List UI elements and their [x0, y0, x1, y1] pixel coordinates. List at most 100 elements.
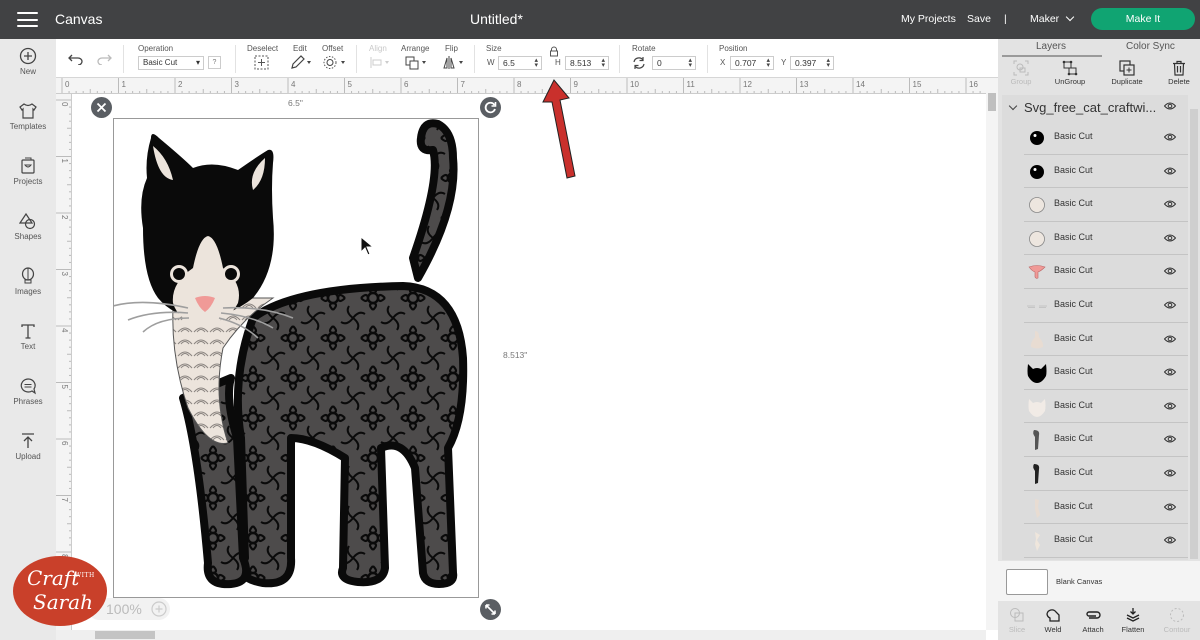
eye-icon[interactable]: [1164, 200, 1176, 208]
eye-icon[interactable]: [1164, 536, 1176, 544]
nav-projects[interactable]: Projects: [0, 149, 56, 203]
eye-icon[interactable]: [1164, 469, 1176, 477]
zoom-in-icon[interactable]: [151, 601, 167, 617]
flatten-button[interactable]: Flatten: [1118, 607, 1148, 634]
x-position-input[interactable]: 0.707 ▴ ▾: [730, 56, 774, 70]
y-position-input[interactable]: 0.397 ▴ ▾: [790, 56, 834, 70]
redo-icon[interactable]: [96, 53, 112, 65]
rotate-label: Rotate: [632, 44, 656, 53]
weld-label: Weld: [1044, 625, 1062, 634]
delete-button[interactable]: Delete: [1164, 60, 1194, 86]
chevron-down-icon[interactable]: [1008, 101, 1018, 111]
my-projects-link[interactable]: My Projects: [901, 13, 956, 25]
eye-icon[interactable]: [1164, 335, 1176, 343]
layer-row[interactable]: Basic Cut: [1024, 356, 1188, 390]
craft-with-sarah-logo: Craft WITH Sarah: [13, 556, 107, 626]
layer-row[interactable]: Basic Cut: [1024, 289, 1188, 323]
ungroup-button[interactable]: UnGroup: [1052, 60, 1088, 86]
duplicate-button[interactable]: Duplicate: [1107, 60, 1147, 86]
vertical-scrollbar[interactable]: [986, 78, 998, 630]
ruler-label: 0: [65, 80, 70, 89]
layer-row[interactable]: Basic Cut: [1024, 222, 1188, 256]
attach-button[interactable]: Attach: [1078, 607, 1108, 634]
height-input[interactable]: 8.513 ▴ ▾: [565, 56, 609, 70]
nav-images[interactable]: Images: [0, 259, 56, 313]
lock-icon[interactable]: [549, 46, 559, 57]
eye-icon[interactable]: [1164, 234, 1176, 242]
nav-upload[interactable]: Upload: [0, 424, 56, 478]
layer-thumbnail-icon: [1027, 303, 1047, 308]
eye-icon[interactable]: [1164, 167, 1176, 175]
rotate-stepper-icon[interactable]: ▴ ▾: [688, 57, 692, 69]
eye-icon[interactable]: [1164, 267, 1176, 275]
logo-line2: Sarah: [33, 590, 93, 614]
eye-icon[interactable]: [1164, 368, 1176, 376]
nav-phrases[interactable]: Phrases: [0, 369, 56, 423]
undo-icon[interactable]: [68, 53, 84, 65]
horizontal-scroll-thumb[interactable]: [95, 631, 155, 639]
eye-icon[interactable]: [1164, 102, 1176, 110]
resize-handle[interactable]: [480, 599, 501, 620]
document-title[interactable]: Untitled*: [470, 11, 523, 27]
layer-row[interactable]: Basic Cut: [1024, 491, 1188, 525]
width-stepper-icon[interactable]: ▴ ▾: [534, 57, 538, 69]
y-stepper-icon[interactable]: ▴ ▾: [826, 57, 830, 69]
height-dimension-label: 8.513": [503, 350, 528, 360]
flip-icon[interactable]: [443, 55, 467, 70]
layer-row[interactable]: Basic Cut: [1024, 255, 1188, 289]
edit-pencil-icon[interactable]: [290, 55, 314, 70]
layer-row[interactable]: Basic Cut: [1024, 457, 1188, 491]
layer-row[interactable]: Basic Cut: [1024, 188, 1188, 222]
layers-scrollbar[interactable]: [1188, 95, 1200, 560]
group-button[interactable]: Group: [1008, 60, 1034, 86]
layer-row[interactable]: Basic Cut: [1024, 524, 1188, 558]
layer-row[interactable]: Basic Cut: [1024, 155, 1188, 189]
canvas-color-swatch[interactable]: [1006, 569, 1048, 595]
flip-label: Flip: [445, 44, 458, 53]
width-input[interactable]: 6.5 ▴ ▾: [498, 56, 542, 70]
rotate-handle[interactable]: [480, 97, 501, 118]
operation-select[interactable]: Basic Cut: [138, 56, 204, 70]
eye-icon[interactable]: [1164, 402, 1176, 410]
nav-new[interactable]: New: [0, 39, 56, 93]
ruler-label: 6: [60, 441, 69, 446]
ruler-label: 4: [291, 80, 296, 89]
eye-icon[interactable]: [1164, 133, 1176, 141]
nav-text[interactable]: Text: [0, 314, 56, 368]
layer-row[interactable]: Basic Cut: [1024, 121, 1188, 155]
hamburger-menu-icon[interactable]: [17, 12, 38, 27]
x-value: 0.707: [735, 58, 757, 68]
layer-row[interactable]: Basic Cut: [1024, 390, 1188, 424]
eye-icon[interactable]: [1164, 435, 1176, 443]
tab-color-sync[interactable]: Color Sync: [1126, 41, 1175, 52]
offset-icon[interactable]: [322, 55, 348, 70]
delete-handle[interactable]: [91, 97, 112, 118]
layer-row[interactable]: Basic Cut: [1024, 323, 1188, 357]
machine-select[interactable]: Maker: [1030, 12, 1075, 25]
arrange-icon[interactable]: [405, 55, 429, 70]
operation-help-button[interactable]: ?: [208, 56, 221, 69]
vertical-scroll-thumb[interactable]: [988, 93, 996, 111]
weld-button[interactable]: Weld: [1040, 607, 1066, 634]
layers-scroll-thumb[interactable]: [1190, 109, 1198, 559]
slice-button[interactable]: Slice: [1004, 607, 1030, 634]
height-stepper-icon[interactable]: ▴ ▾: [601, 57, 605, 69]
blank-canvas-label: Blank Canvas: [1056, 577, 1103, 586]
eye-icon[interactable]: [1164, 301, 1176, 309]
layer-group-row[interactable]: Svg_free_cat_craftwi...: [1002, 95, 1188, 121]
x-stepper-icon[interactable]: ▴ ▾: [766, 57, 770, 69]
nav-shapes[interactable]: Shapes: [0, 204, 56, 258]
toolbar-divider: [123, 45, 124, 73]
zoom-level: 100%: [106, 601, 142, 617]
horizontal-scrollbar[interactable]: [56, 630, 986, 640]
contour-button[interactable]: Contour: [1160, 607, 1194, 634]
tab-layers[interactable]: Layers: [1036, 41, 1066, 52]
layer-thumbnail-icon: [1035, 532, 1040, 552]
make-it-button[interactable]: Make It: [1091, 8, 1195, 30]
eye-icon[interactable]: [1164, 503, 1176, 511]
nav-templates[interactable]: Templates: [0, 94, 56, 148]
layer-row[interactable]: Basic Cut: [1024, 423, 1188, 457]
rotate-input[interactable]: 0 ▴ ▾: [652, 56, 696, 70]
deselect-icon[interactable]: [254, 55, 269, 70]
save-link[interactable]: Save: [967, 13, 991, 25]
